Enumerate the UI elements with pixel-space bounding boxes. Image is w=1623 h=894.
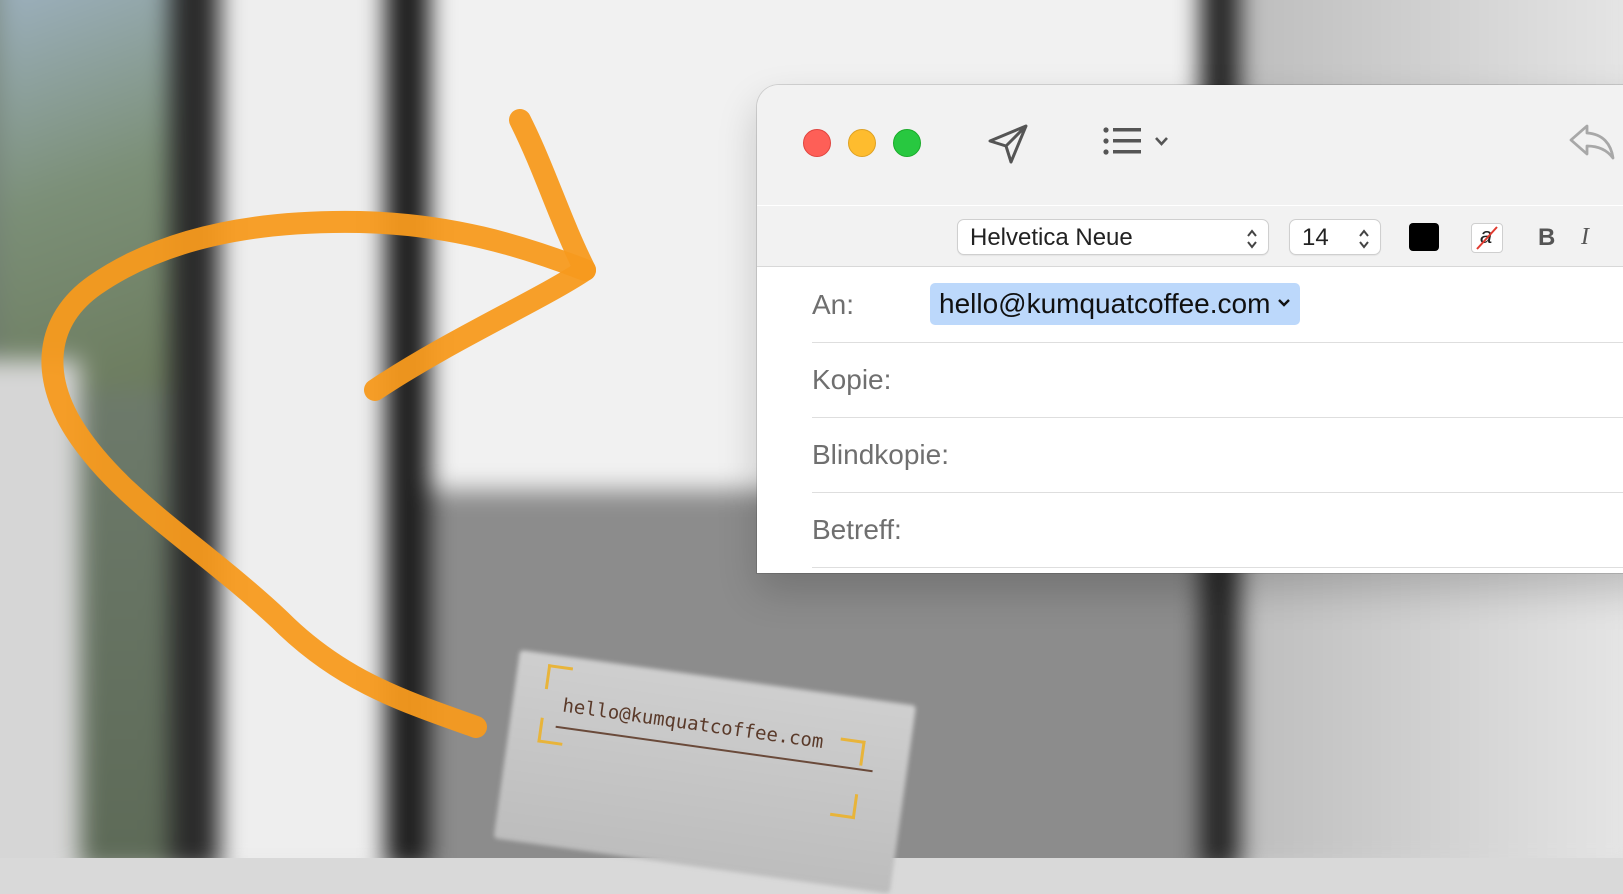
font-size-value: 14	[1302, 224, 1329, 251]
bold-button[interactable]: B	[1538, 224, 1555, 252]
minimize-button[interactable]	[848, 129, 876, 157]
italic-button[interactable]: I	[1581, 224, 1589, 251]
up-down-icon	[1359, 229, 1369, 249]
close-button[interactable]	[803, 129, 831, 157]
bcc-row[interactable]: Blindkopie:	[812, 418, 1623, 493]
scan-corner-top-left	[544, 664, 574, 693]
font-family-select[interactable]: Helvetica Neue	[957, 219, 1269, 255]
zoom-button[interactable]	[893, 129, 921, 157]
subject-label: Betreff:	[812, 514, 902, 545]
font-size-select[interactable]: 14	[1289, 219, 1381, 255]
font-family-value: Helvetica Neue	[970, 224, 1133, 251]
background-color-swatch[interactable]: a	[1471, 223, 1503, 253]
recipient-address: hello@kumquatcoffee.com	[939, 288, 1271, 319]
cc-label: Kopie:	[812, 364, 892, 395]
to-row: An: hello@kumquatcoffee.com	[812, 268, 1623, 343]
scan-corner-top-right	[837, 737, 866, 766]
format-bar: Helvetica Neue 14 a B I	[757, 206, 1623, 267]
reply-icon[interactable]	[1567, 120, 1617, 164]
scan-corner-bottom-left	[537, 717, 566, 746]
mail-compose-window: Helvetica Neue 14 a B I An: hello@kumqua…	[757, 85, 1623, 573]
toolbar	[757, 85, 1623, 205]
send-icon[interactable]	[985, 121, 1031, 167]
list-format-icon[interactable]	[1102, 125, 1174, 159]
chevron-down-icon	[1278, 299, 1291, 307]
to-label: An:	[812, 289, 855, 320]
scan-corner-bottom-right	[829, 790, 859, 820]
cc-row[interactable]: Kopie:	[812, 343, 1623, 418]
recipient-token[interactable]: hello@kumquatcoffee.com	[930, 283, 1301, 325]
no-color-slash-icon	[1476, 226, 1498, 250]
text-color-swatch[interactable]	[1409, 223, 1439, 251]
bcc-label: Blindkopie:	[812, 439, 949, 470]
subject-row[interactable]: Betreff:	[812, 493, 1623, 568]
up-down-icon	[1247, 229, 1257, 249]
